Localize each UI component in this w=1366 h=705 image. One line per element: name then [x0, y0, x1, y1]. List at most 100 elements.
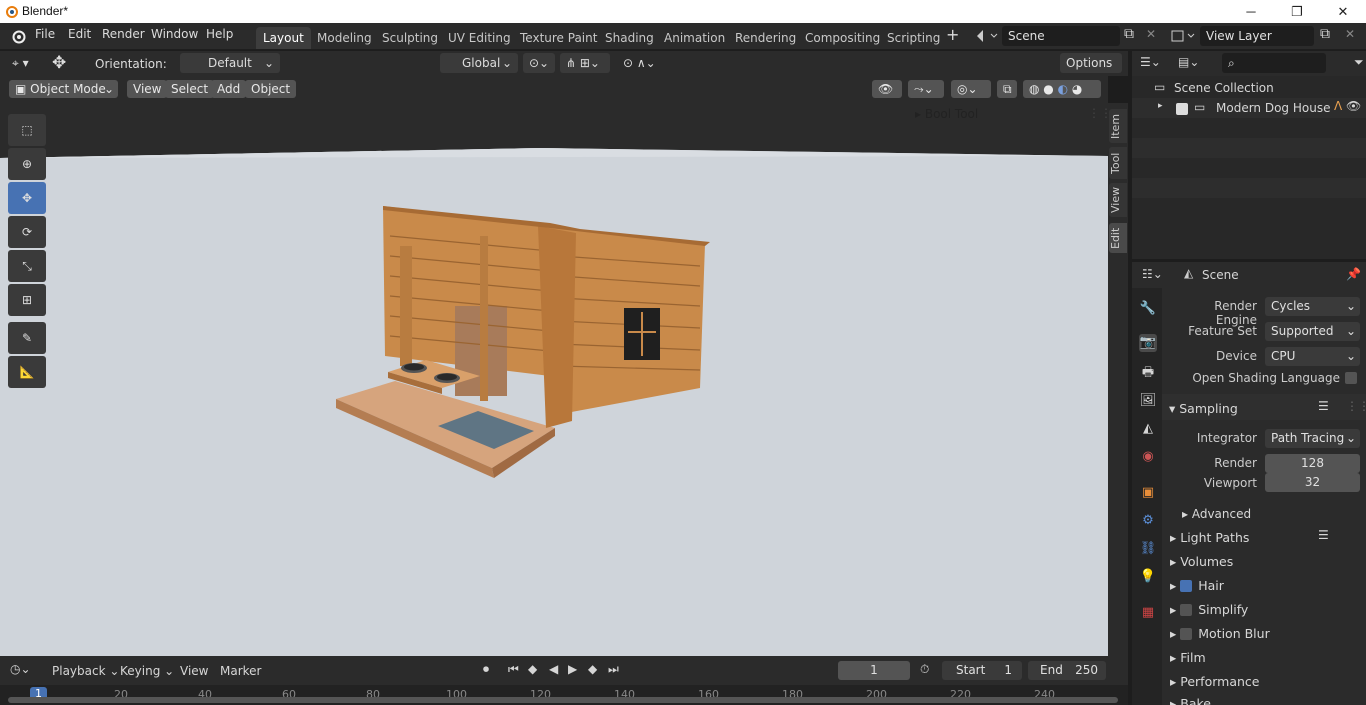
render-tab-icon[interactable]: 📷	[1139, 334, 1157, 352]
panel-bake[interactable]: ▸ Bake	[1170, 696, 1211, 705]
viewport-menu-view[interactable]: View	[127, 80, 168, 98]
shading-mode-icons[interactable]: ◍ ● ◐ ◕	[1023, 80, 1101, 98]
properties-editor-type-icon[interactable]: ☷⌄	[1142, 267, 1163, 281]
expand-icon[interactable]: ▸	[1158, 101, 1163, 111]
tab-texture-paint[interactable]: Texture Paint	[513, 27, 604, 49]
panel-simplify[interactable]: ▸ Simplify	[1170, 602, 1248, 617]
texture-tab-icon[interactable]: ▦	[1139, 604, 1157, 622]
display-mode-icon[interactable]: ▤⌄	[1178, 55, 1199, 69]
sidebar-tab-tool[interactable]: Tool	[1109, 147, 1127, 179]
current-frame-field[interactable]: 1	[838, 661, 910, 680]
device-dropdown[interactable]: CPU ⌄	[1265, 347, 1360, 366]
modifier-tab-icon[interactable]: ⚙	[1139, 512, 1157, 530]
gizmo-icon[interactable]: ⤳⌄	[908, 80, 944, 98]
panel-drag-handle[interactable]: ⋮⋮	[1088, 106, 1108, 120]
view-layer-tab-icon[interactable]: 🖼	[1139, 392, 1157, 410]
panel-motion-blur[interactable]: ▸ Motion Blur	[1170, 626, 1270, 641]
bool-tool-panel[interactable]: ▸ Bool Tool	[915, 107, 978, 121]
viewport-menu-select[interactable]: Select	[165, 80, 215, 98]
world-tab-icon[interactable]: ◉	[1139, 448, 1157, 466]
viewport-menu-add[interactable]: Add	[211, 80, 247, 98]
cursor-icon[interactable]: ⊕	[8, 148, 46, 180]
render-samples-field[interactable]: 128	[1265, 454, 1360, 473]
constraint-tab-icon[interactable]: ⛓	[1139, 540, 1157, 558]
tool-tab-icon[interactable]: 🔧	[1139, 300, 1157, 318]
scene-name-field[interactable]: Scene	[1002, 26, 1120, 46]
tab-sculpting[interactable]: Sculpting	[375, 27, 445, 49]
panel-light-paths[interactable]: ▸ Light Paths	[1170, 530, 1249, 545]
outliner-search-field[interactable]: ⌕	[1222, 53, 1326, 73]
add-workspace-icon[interactable]: +	[946, 25, 959, 44]
menu-render[interactable]: Render	[102, 27, 145, 41]
viewport-samples-field[interactable]: 32	[1265, 473, 1360, 492]
editor-type-icon[interactable]: ⌖ ▾	[6, 53, 40, 73]
close-icon[interactable]: ✕	[1320, 0, 1366, 23]
object-mode-dropdown[interactable]: ▣ Object Mode ⌄	[9, 80, 118, 98]
tab-rendering[interactable]: Rendering	[728, 27, 803, 49]
pin-icon[interactable]: 📌	[1346, 267, 1361, 281]
overlay-icon[interactable]: ◎⌄	[951, 80, 991, 98]
drag-handle-icon[interactable]: ⋮⋮	[1346, 399, 1366, 413]
options-button[interactable]: Options ⌄	[1060, 53, 1122, 90]
data-tab-icon[interactable]: 💡	[1139, 568, 1157, 586]
annotate-icon[interactable]: ✎	[8, 322, 46, 354]
tab-modeling[interactable]: Modeling	[310, 27, 379, 49]
tab-uv-editing[interactable]: UV Editing	[441, 27, 518, 49]
transform-orientation-dropdown[interactable]: Global ⌄	[440, 53, 518, 73]
prev-keyframe-icon[interactable]: ◆	[528, 662, 537, 676]
menu-help[interactable]: Help	[206, 27, 233, 41]
pivot-point-icon[interactable]: ⊙⌄	[523, 53, 555, 73]
measure-icon[interactable]: 📐	[8, 356, 46, 388]
output-tab-icon[interactable]: 🖶	[1139, 364, 1157, 382]
end-frame-field[interactable]: End 250	[1028, 661, 1106, 680]
orientation-dropdown[interactable]: Default ⌄	[180, 53, 280, 73]
outliner-item-label[interactable]: Modern Dog House	[1216, 101, 1330, 115]
view-layer-field[interactable]: View Layer	[1200, 26, 1314, 46]
panel-hair[interactable]: ▸ Hair	[1170, 578, 1224, 593]
simplify-checkbox[interactable]	[1180, 604, 1193, 616]
timeline-scrollbar[interactable]	[8, 697, 1118, 703]
render-engine-dropdown[interactable]: Cycles ⌄	[1265, 297, 1360, 316]
advanced-subpanel[interactable]: ▸ Advanced	[1182, 507, 1251, 521]
timeline-menu-view[interactable]: View	[180, 664, 208, 678]
list-preset-icon[interactable]: ☰	[1318, 399, 1329, 413]
feature-set-dropdown[interactable]: Supported ⌄	[1265, 322, 1360, 341]
rotate-icon[interactable]: ⟳	[8, 216, 46, 248]
scene-collection-label[interactable]: Scene Collection	[1174, 81, 1274, 95]
transform-tool-icon[interactable]: ✥	[52, 53, 66, 73]
maximize-icon[interactable]: ❐	[1274, 0, 1320, 23]
exclude-checkbox[interactable]	[1176, 103, 1188, 115]
timeline-editor-type-icon[interactable]: ◷⌄	[10, 662, 31, 676]
eye-icon[interactable]: 👁	[1346, 99, 1361, 113]
light-paths-preset-icon[interactable]: ☰	[1318, 528, 1329, 542]
menu-file[interactable]: File	[35, 27, 55, 41]
timeline-menu-playback[interactable]: Playback ⌄	[52, 664, 119, 678]
xray-icon[interactable]: ⧉	[997, 80, 1017, 98]
view-layer-selector-icon[interactable]	[1170, 28, 1196, 44]
menu-edit[interactable]: Edit	[68, 27, 91, 41]
next-keyframe-icon[interactable]: ◆	[588, 662, 597, 676]
start-frame-field[interactable]: Start 1	[942, 661, 1022, 680]
3d-viewport[interactable]: ▣ Object Mode ⌄ View Select Add Object 👁…	[0, 76, 1108, 656]
motion-blur-checkbox[interactable]	[1180, 628, 1193, 640]
proportional-edit-icon[interactable]: ⊙ ∧⌄	[617, 53, 667, 73]
new-view-layer-icon[interactable]: ⧉	[1320, 26, 1330, 42]
snap-icon[interactable]: ⋔ ⊞⌄	[560, 53, 610, 73]
tab-animation[interactable]: Animation	[657, 27, 732, 49]
play-reverse-icon[interactable]: ◀	[549, 662, 558, 676]
tab-compositing[interactable]: Compositing	[798, 27, 887, 49]
new-scene-icon[interactable]: ⧉	[1124, 26, 1134, 42]
sampling-panel-header[interactable]: ▾ Sampling	[1169, 401, 1238, 416]
osl-checkbox[interactable]	[1345, 372, 1357, 384]
scene-selector-icon[interactable]	[975, 28, 999, 44]
timeline-menu-keying[interactable]: Keying ⌄	[120, 664, 174, 678]
select-box-icon[interactable]: ⬚	[8, 114, 46, 146]
play-icon[interactable]: ▶	[568, 662, 577, 676]
scene-tab-icon[interactable]: ◭	[1139, 420, 1157, 438]
tab-shading[interactable]: Shading	[598, 27, 661, 49]
sidebar-tab-view[interactable]: View	[1109, 183, 1127, 217]
panel-film[interactable]: ▸ Film	[1170, 650, 1206, 665]
scale-icon[interactable]: ⤡	[8, 250, 46, 282]
shading-options-icon[interactable]: ⌄	[1100, 80, 1108, 98]
move-icon[interactable]: ✥	[8, 182, 46, 214]
